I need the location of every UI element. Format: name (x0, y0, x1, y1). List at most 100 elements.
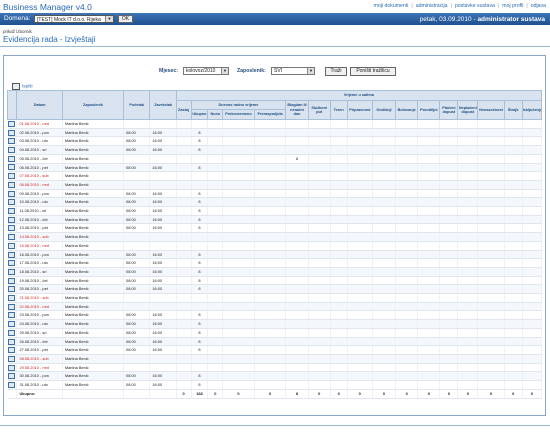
reset-search-button[interactable]: Poništi tražilicu (350, 67, 396, 76)
edit-icon[interactable] (8, 268, 16, 275)
cell-hours (439, 328, 459, 338)
cell-hours (395, 319, 419, 329)
cell-hours (372, 171, 397, 181)
edit-cell[interactable] (7, 128, 18, 138)
cell-hours (457, 258, 479, 268)
cell-employee: Martina Benić (62, 197, 125, 208)
edit-cell[interactable] (7, 302, 18, 312)
cell-hours (176, 241, 192, 251)
edit-cell[interactable] (7, 136, 18, 147)
cell-hours (308, 206, 331, 216)
cell-hours (522, 337, 543, 347)
link-logout[interactable]: odjava (531, 3, 546, 9)
cell-hours (457, 232, 479, 242)
cell-hours (477, 310, 505, 321)
print-link[interactable]: Ispiši (12, 83, 32, 90)
domain-select[interactable]: [TEST] Mock IT d.o.o. Rijeka ▼ (34, 15, 114, 23)
edit-cell[interactable] (7, 310, 18, 321)
cell-hours (477, 136, 505, 147)
edit-cell[interactable] (7, 119, 18, 129)
edit-icon[interactable] (8, 190, 16, 197)
cell-hours (504, 267, 523, 277)
edit-icon[interactable] (8, 208, 16, 214)
edit-cell[interactable] (7, 180, 18, 190)
edit-icon[interactable] (8, 277, 16, 284)
edit-icon[interactable] (8, 173, 16, 180)
cell-start (123, 232, 151, 242)
edit-cell[interactable] (7, 189, 18, 199)
cell-hours (207, 171, 224, 181)
edit-icon[interactable] (8, 225, 16, 232)
edit-icon[interactable] (8, 286, 16, 293)
show-menu-link[interactable]: prikaž izbornik (3, 29, 32, 34)
edit-icon[interactable] (8, 251, 16, 258)
cell-hours (439, 380, 459, 390)
edit-cell[interactable] (7, 215, 18, 225)
edit-cell[interactable] (7, 197, 18, 208)
edit-cell[interactable] (7, 206, 18, 216)
search-button[interactable]: Traži (325, 67, 347, 76)
month-select[interactable]: kolovoz/2010 ▼ (183, 67, 229, 75)
edit-cell[interactable] (7, 232, 18, 242)
edit-icon[interactable] (8, 260, 16, 267)
cell-hours (504, 241, 523, 251)
edit-cell[interactable] (7, 363, 18, 373)
edit-icon[interactable] (8, 120, 16, 127)
edit-cell[interactable] (7, 258, 18, 268)
edit-icon[interactable] (8, 199, 16, 206)
edit-icon[interactable] (8, 312, 16, 319)
edit-cell[interactable] (7, 250, 18, 260)
domain-ok-button[interactable]: OK (118, 15, 133, 23)
edit-icon[interactable] (8, 216, 16, 223)
edit-cell[interactable] (7, 345, 18, 355)
edit-icon[interactable] (8, 382, 16, 389)
edit-icon[interactable] (8, 164, 16, 171)
cell-hours (347, 189, 373, 199)
link-administration[interactable]: administracija (416, 3, 448, 9)
cell-end: 16:00 (149, 128, 177, 138)
link-profile[interactable]: moj profil (502, 3, 523, 9)
edit-cell[interactable] (7, 145, 18, 155)
link-documents[interactable]: moji dokumenti (374, 3, 409, 9)
edit-icon[interactable] (8, 329, 16, 336)
edit-icon[interactable] (8, 338, 16, 345)
employee-select[interactable]: SVI ▼ (271, 67, 315, 75)
edit-icon[interactable] (8, 129, 16, 136)
edit-cell[interactable] (7, 380, 18, 390)
edit-icon[interactable] (8, 321, 16, 328)
cell-hours: 8 (191, 284, 209, 295)
cell-hours (176, 250, 192, 260)
edit-icon[interactable] (8, 155, 16, 162)
link-system-settings[interactable]: postavke sustava (455, 3, 495, 9)
edit-icon[interactable] (8, 347, 16, 354)
edit-cell[interactable] (7, 241, 18, 251)
cell-hours (372, 267, 397, 277)
cell-hours (477, 180, 505, 190)
edit-cell[interactable] (7, 267, 18, 277)
edit-icon[interactable] (8, 364, 16, 371)
cell-hours (254, 171, 287, 181)
edit-cell[interactable] (7, 328, 18, 338)
edit-icon[interactable] (8, 355, 16, 362)
edit-cell[interactable] (7, 276, 18, 286)
edit-cell[interactable] (7, 337, 18, 347)
edit-icon[interactable] (8, 181, 16, 188)
edit-cell[interactable] (7, 284, 18, 295)
edit-icon[interactable] (8, 303, 16, 310)
edit-icon[interactable] (8, 138, 16, 145)
edit-icon[interactable] (8, 147, 16, 154)
edit-cell[interactable] (7, 371, 18, 382)
edit-cell[interactable] (7, 354, 18, 364)
edit-icon[interactable] (8, 234, 16, 241)
edit-icon[interactable] (8, 295, 16, 302)
edit-cell[interactable] (7, 223, 18, 234)
edit-cell[interactable] (7, 293, 18, 303)
cell-hours (254, 354, 287, 364)
edit-cell[interactable] (7, 319, 18, 329)
edit-cell[interactable] (7, 163, 18, 173)
cell-hours (395, 310, 419, 321)
edit-icon[interactable] (8, 242, 16, 249)
edit-icon[interactable] (8, 373, 16, 380)
edit-cell[interactable] (7, 154, 18, 164)
edit-cell[interactable] (7, 171, 18, 181)
